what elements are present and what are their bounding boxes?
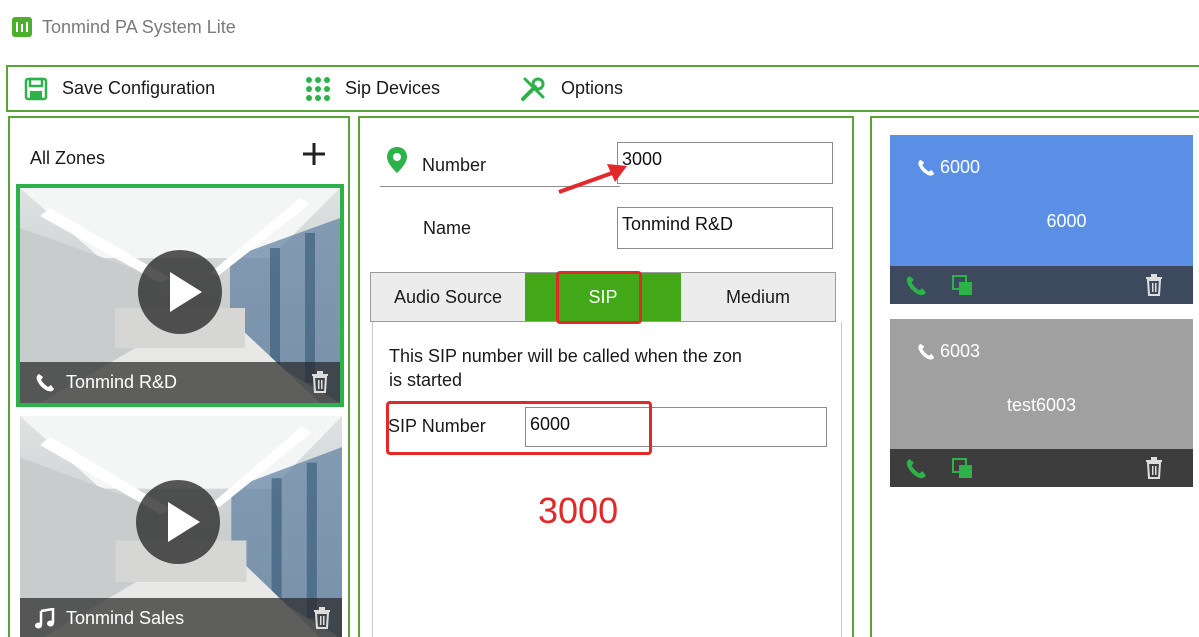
play-icon	[170, 272, 202, 312]
save-configuration-label: Save Configuration	[62, 78, 216, 98]
add-zone-icon[interactable]	[298, 138, 330, 170]
zone-card-tonmind-rd[interactable]: Tonmind R&D	[16, 184, 344, 407]
number-label: Number	[422, 155, 487, 175]
trash-icon[interactable]	[1144, 457, 1164, 479]
copy-icon[interactable]	[952, 275, 974, 297]
sip-tab-content: This SIP number will be called when the …	[372, 322, 842, 637]
trash-icon[interactable]	[310, 371, 330, 393]
play-button[interactable]	[136, 480, 220, 564]
zone-name: Tonmind Sales	[66, 608, 185, 628]
phone-icon	[918, 159, 935, 176]
device-number: 6003	[940, 341, 981, 361]
call-icon[interactable]	[904, 457, 928, 481]
annotation-arrow	[558, 164, 627, 194]
app-title: Tonmind PA System Lite	[42, 17, 236, 37]
zone-name-input[interactable]: Tonmind R&D	[617, 207, 833, 249]
device-card-6003[interactable]: 6003 test6003	[890, 319, 1193, 487]
save-icon	[24, 77, 48, 100]
device-name: test6003	[1006, 395, 1077, 415]
zone-bar: Tonmind R&D	[20, 362, 340, 403]
play-icon	[168, 502, 200, 542]
zone-card-tonmind-sales[interactable]: Tonmind Sales	[20, 416, 342, 637]
sip-devices-label: Sip Devices	[345, 78, 441, 98]
copy-icon[interactable]	[952, 458, 974, 480]
call-icon[interactable]	[904, 274, 928, 298]
zone-editor-tabs: Audio Source SIP Medium	[370, 272, 836, 322]
options-label: Options	[561, 78, 624, 98]
zones-header: All Zones	[30, 148, 106, 168]
sip-number-label: SIP Number	[388, 416, 486, 436]
annotation-number-text: 3000	[538, 490, 619, 531]
toolbar: Save Configuration Sip Devices Options	[6, 65, 1199, 112]
device-action-bar	[890, 449, 1193, 487]
tools-icon	[521, 77, 545, 101]
sip-devices-panel: 6000 6000 6003 test6003	[870, 116, 1199, 637]
play-button[interactable]	[138, 250, 222, 334]
save-configuration-button[interactable]: Save Configuration	[24, 67, 215, 110]
zones-panel: All Zones Tonmind R&D Tonmind Sales	[8, 116, 350, 637]
music-note-icon	[35, 608, 55, 629]
options-button[interactable]: Options	[519, 67, 623, 110]
title-bar: Tonmind PA System Lite	[0, 0, 1199, 60]
phone-icon	[36, 374, 54, 392]
app-logo-icon	[12, 17, 32, 37]
phone-icon	[918, 343, 935, 360]
tab-audio-source[interactable]: Audio Source	[371, 273, 525, 321]
device-card-body: 6003 test6003	[890, 319, 1193, 449]
grid-icon	[306, 76, 330, 101]
name-label: Name	[423, 218, 472, 238]
device-name: 6000	[1046, 211, 1087, 231]
trash-icon[interactable]	[1144, 274, 1164, 296]
tab-medium[interactable]: Medium	[681, 273, 835, 321]
sip-number-input[interactable]: 6000	[525, 407, 827, 447]
tab-sip[interactable]: SIP	[525, 273, 681, 321]
trash-icon[interactable]	[312, 607, 332, 629]
sip-devices-button[interactable]: Sip Devices	[305, 67, 440, 110]
device-number: 6000	[940, 157, 981, 177]
sip-description: This SIP number will be called when the …	[389, 346, 742, 390]
zone-number-input[interactable]: 3000	[617, 142, 833, 184]
device-action-bar	[890, 266, 1193, 304]
zone-bar: Tonmind Sales	[20, 598, 342, 637]
zone-name: Tonmind R&D	[66, 372, 178, 392]
device-card-body: 6000 6000	[890, 135, 1193, 266]
device-card-6000[interactable]: 6000 6000	[890, 135, 1193, 304]
location-pin-icon	[387, 147, 407, 173]
